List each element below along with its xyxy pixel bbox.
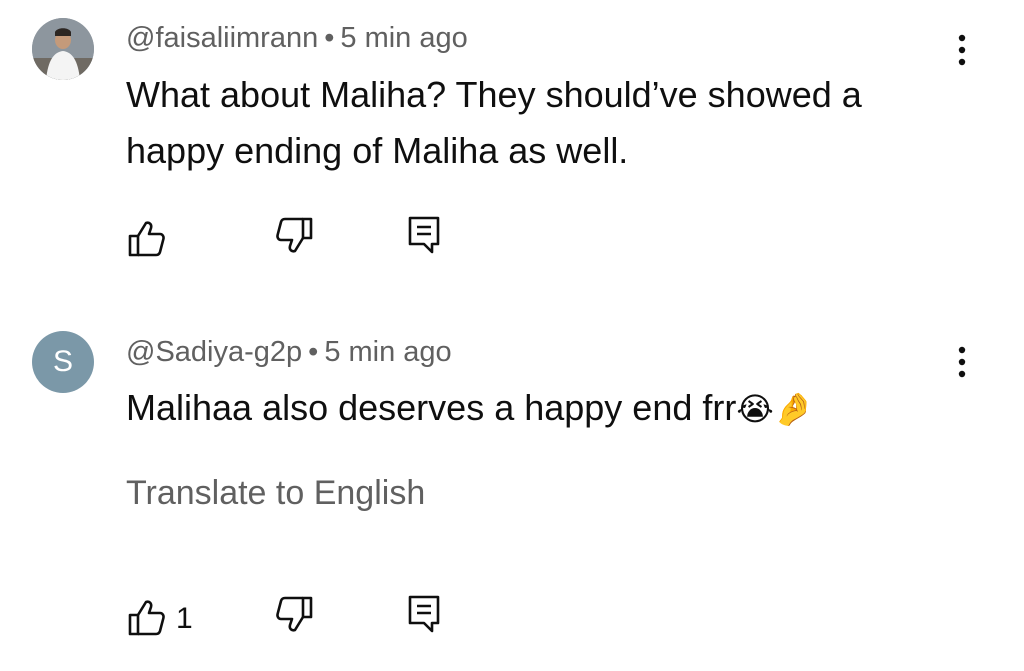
comment-text-content: Malihaa also deserves a happy end frr xyxy=(126,387,737,428)
avatar[interactable]: S xyxy=(32,331,94,393)
comment-meta: @Sadiya-g2p • 5 min ago xyxy=(126,336,452,369)
comment-text: Malihaa also deserves a happy end frr😭🤌 xyxy=(126,380,946,437)
author-handle[interactable]: @faisaliimrann xyxy=(126,22,318,54)
thumbs-up-icon xyxy=(128,600,165,636)
comment-time[interactable]: 5 min ago xyxy=(324,336,451,368)
thumbs-up-icon xyxy=(128,221,165,257)
dislike-button[interactable] xyxy=(274,594,314,634)
thumbs-down-icon xyxy=(276,217,313,253)
meta-separator: • xyxy=(324,22,335,54)
reply-icon xyxy=(408,595,440,633)
reply-button[interactable] xyxy=(406,594,446,634)
reply-button[interactable] xyxy=(406,215,446,255)
dislike-button[interactable] xyxy=(274,215,314,255)
translate-link[interactable]: Translate to English xyxy=(126,474,425,513)
avatar-letter: S xyxy=(52,345,73,378)
like-button[interactable] xyxy=(127,598,167,638)
like-count: 1 xyxy=(176,602,193,635)
comment-1: @faisaliimrann • 5 min ago What about Mali… xyxy=(0,0,1024,300)
more-options-button[interactable] xyxy=(946,340,978,384)
comment-time[interactable]: 5 min ago xyxy=(340,22,467,54)
more-options-button[interactable] xyxy=(946,28,978,72)
comment-text: What about Maliha? They should’ve showed… xyxy=(126,74,862,171)
comment-emojis: 😭🤌 xyxy=(736,390,814,428)
comment-2: S @Sadiya-g2p • 5 min ago Malihaa also des… xyxy=(0,300,1024,671)
reply-icon xyxy=(408,216,440,254)
comment-meta: @faisaliimrann • 5 min ago xyxy=(126,22,468,55)
thumbs-down-icon xyxy=(276,596,313,632)
author-handle[interactable]: @Sadiya-g2p xyxy=(126,336,302,368)
avatar-photo xyxy=(32,18,94,80)
more-vertical-icon xyxy=(958,34,966,66)
more-vertical-icon xyxy=(958,346,966,378)
like-button[interactable] xyxy=(127,219,167,259)
meta-separator: • xyxy=(308,336,319,368)
avatar[interactable] xyxy=(32,18,94,80)
